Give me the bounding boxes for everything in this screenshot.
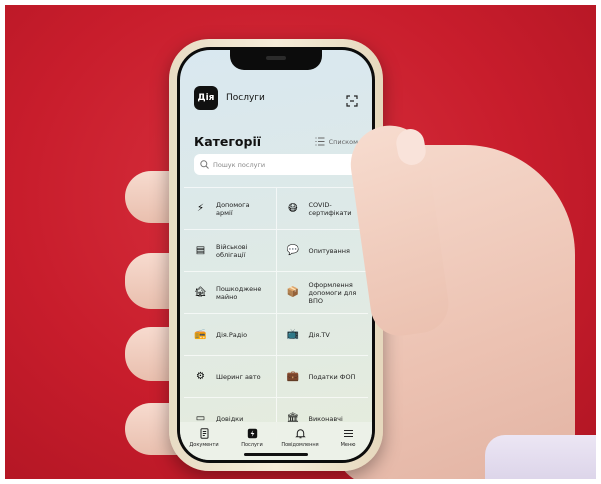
list-icon [315, 137, 325, 146]
nav-label: Повідомлення [281, 442, 319, 448]
menu-icon [343, 429, 353, 438]
services-row: 📻 Дія.Радіо 📺 Дія.TV [184, 313, 368, 355]
app-header: Дія Послуги [194, 86, 358, 110]
service-tile[interactable]: ⚙ Шеринг авто [184, 356, 276, 397]
scan-icon[interactable] [346, 92, 358, 107]
document-icon [200, 428, 208, 439]
service-tile[interactable]: ⚡ Допомога армії [184, 188, 276, 229]
phone-screen: Дія Послуги Категорії Списком Пошук посл… [177, 47, 375, 463]
service-tile[interactable]: 💬 Опитування [275, 230, 369, 271]
services-row: ⚙ Шеринг авто 💼 Податки ФОП [184, 355, 368, 397]
list-view-label: Списком [328, 137, 358, 146]
nav-label: Меню [340, 442, 356, 448]
service-label: Опитування [309, 247, 350, 255]
service-label: Податки ФОП [309, 373, 356, 381]
service-tile[interactable]: 🏚 Пошкоджене майно [184, 272, 276, 313]
categories-header: Категорії Списком [194, 134, 358, 149]
search-placeholder: Пошук послуги [213, 160, 266, 169]
app-logo[interactable]: Дія [194, 86, 218, 110]
service-label-line: облігації [216, 250, 246, 259]
service-label-line: сертифікати [308, 208, 352, 217]
nav-label: Послуги [241, 442, 263, 448]
service-tile[interactable]: 📻 Дія.Радіо [184, 314, 276, 355]
list-view-toggle[interactable]: Списком [315, 137, 358, 146]
service-tile[interactable]: ▤ Військові облігації [184, 230, 276, 271]
lightning-icon: ⚡ [196, 202, 205, 214]
box-icon: 📦 [286, 286, 300, 298]
service-label-line: Оформлення [308, 280, 353, 289]
service-label: COVID-сертифікати [309, 201, 352, 217]
services-row: 🏚 Пошкоджене майно 📦 Оформлення допомоги для В… [184, 271, 368, 313]
nav-notifications[interactable]: Повідомлення [278, 428, 322, 448]
service-label: Пошкоджене майно [216, 285, 261, 301]
service-label-line: ВПО [308, 296, 323, 305]
service-label-line: Податки ФОП [308, 372, 356, 381]
service-label: Військові облігації [216, 243, 247, 259]
nav-menu[interactable]: Меню [326, 428, 370, 448]
service-label-line: армії [216, 208, 233, 217]
bell-icon [294, 429, 306, 439]
service-label: Шеринг авто [216, 373, 261, 381]
service-label-line: Допомога [216, 200, 250, 209]
service-tile[interactable]: 📺 Дія.TV [275, 314, 369, 355]
search-icon [200, 160, 209, 169]
services-row: ▤ Військові облігації 💬 Опитування [184, 229, 368, 271]
service-label: Дія.Радіо [216, 331, 247, 339]
smartphone: Дія Послуги Категорії Списком Пошук посл… [169, 39, 383, 471]
nav-label: Документи [189, 442, 219, 448]
service-label-line: COVID- [308, 200, 332, 209]
service-label-line: Шеринг авто [216, 372, 261, 381]
service-label-line: Військові [216, 242, 248, 251]
service-tile[interactable]: 📦 Оформлення допомоги для ВПО [275, 272, 369, 313]
service-label: Допомога армії [216, 201, 250, 217]
header-title: Послуги [226, 93, 265, 103]
services-icon [247, 428, 257, 439]
bond-icon: ▤ [195, 244, 206, 256]
app-screen: Дія Послуги Категорії Списком Пошук посл… [180, 50, 372, 460]
service-label-line: Дія.Радіо [216, 330, 248, 339]
services-grid: ⚡ Допомога армії 😷 COVID-сертифікати ▤ Військо… [184, 187, 368, 439]
service-label-line: Дія.TV [308, 330, 330, 339]
photo-background: Дія Послуги Категорії Списком Пошук посл… [5, 5, 596, 479]
radio-icon: 📻 [194, 328, 207, 340]
phone-notch [230, 50, 322, 70]
service-label: Дія.TV [309, 331, 330, 339]
nav-documents[interactable]: Документи [182, 428, 226, 448]
mask-face-icon: 😷 [287, 202, 299, 214]
services-row: ⚡ Допомога армії 😷 COVID-сертифікати [184, 187, 368, 229]
car-sharing-icon: ⚙ [196, 370, 205, 382]
service-label-line: допомоги для [308, 288, 357, 297]
tv-icon: 📺 [286, 328, 300, 340]
service-label-line: майно [216, 292, 238, 301]
service-label-line: Пошкоджене [216, 284, 262, 293]
briefcase-icon: 💼 [286, 370, 300, 382]
chat-bubble-icon: 💬 [286, 244, 300, 256]
damaged-house-icon: 🏚 [194, 286, 207, 298]
service-label: Оформлення допомоги для ВПО [309, 281, 357, 305]
home-indicator[interactable] [244, 453, 308, 456]
search-input[interactable]: Пошук послуги [194, 154, 358, 175]
bottom-navigation: Документи Послуги Повідомлення Меню [180, 422, 372, 460]
categories-title: Категорії [194, 134, 262, 149]
nav-services[interactable]: Послуги [230, 428, 274, 448]
service-tile[interactable]: 💼 Податки ФОП [275, 356, 369, 397]
sleeve [485, 435, 596, 479]
service-label-line: Опитування [308, 246, 350, 255]
